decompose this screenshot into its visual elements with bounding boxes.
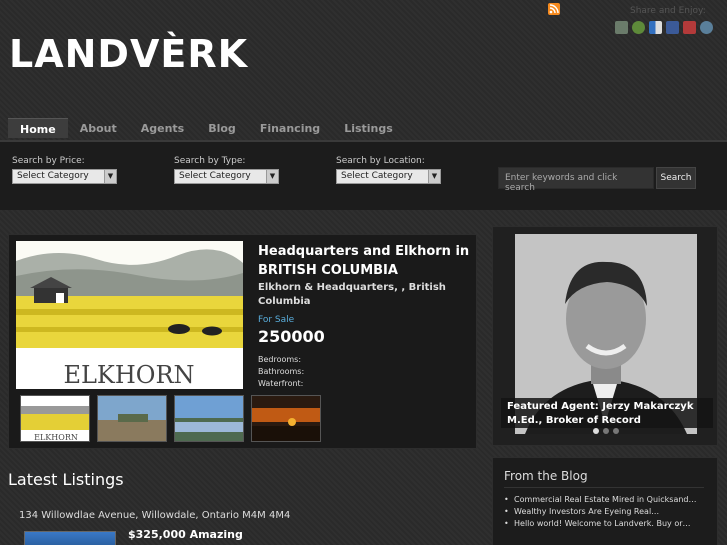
blog-heading: From the Blog [504,469,704,488]
listing-price: $325,000 Amazing [128,528,243,541]
digg-icon[interactable] [615,21,628,34]
agent-title: M.Ed., Broker of Record [507,415,641,426]
featured-image-caption: ELKHORN [63,361,194,389]
blog-post-list: Commercial Real Estate Mired in Quicksan… [504,494,704,530]
price-select-value: Select Category [17,171,89,181]
nav-agents[interactable]: Agents [129,118,196,138]
main-nav: Home About Agents Blog Financing Listing… [8,118,405,138]
blog-post-link[interactable]: Hello world! Welcome to Landverk. Buy or… [504,518,704,530]
facebook-icon[interactable] [666,21,679,34]
listing-address[interactable]: 134 Willowdlae Avenue, Willowdale, Ontar… [19,510,290,521]
location-select-value: Select Category [341,171,413,181]
keyword-search-input[interactable]: Enter keywords and click search [498,167,654,193]
agent-caption: Featured Agent: Jerzy Makarczyk M.Ed., B… [501,398,713,428]
slider-dot[interactable] [593,428,599,434]
thumbnail-1[interactable]: ELKHORN [20,395,90,442]
slider-dot[interactable] [603,428,609,434]
mixx-icon[interactable] [683,21,696,34]
featured-agent: Featured Agent: Jerzy Makarczyk M.Ed., B… [492,226,718,446]
listing-thumbnails: ELKHORN [20,395,321,442]
nav-about[interactable]: About [68,118,129,138]
waterfront-label: Waterfront: [258,379,304,388]
google-icon[interactable] [700,21,713,34]
share-label: Share and Enjoy: [630,6,706,16]
search-button[interactable]: Search [656,167,696,189]
nav-home[interactable]: Home [8,118,68,138]
featured-listing-image[interactable]: ELKHORN [16,241,243,389]
location-filter: Search by Location: Select Category ▼ [336,156,441,184]
blog-widget: From the Blog Commercial Real Estate Mir… [492,457,718,545]
type-select[interactable]: Select Category ▼ [174,169,279,184]
agent-name[interactable]: Featured Agent: Jerzy Makarczyk [507,400,707,414]
featured-listing-address: Elkhorn & Headquarters, , British Columb… [258,282,446,307]
search-bar: Search by Price: Select Category ▼ Searc… [0,140,727,210]
price-filter: Search by Price: Select Category ▼ [12,156,117,184]
bathrooms-label: Bathrooms: [258,367,305,376]
thumbnail-caption: ELKHORN [34,433,78,442]
price-filter-label: Search by Price: [12,156,85,166]
nav-blog[interactable]: Blog [196,118,248,138]
featured-listing: ELKHORN ELKHORN Headquarters and Elkhorn… [8,234,477,449]
type-filter-label: Search by Type: [174,156,246,166]
listing-image[interactable] [24,531,116,545]
blog-post-link[interactable]: Wealthy Investors Are Eyeing Real… [504,506,704,518]
thumbnail-2[interactable] [97,395,167,442]
slider-dot[interactable] [613,428,619,434]
featured-listing-title[interactable]: Headquarters and Elkhorn in BRITISH COLU… [258,242,473,280]
latest-listings-heading: Latest Listings [8,470,124,489]
nav-listings[interactable]: Listings [332,118,405,138]
rss-icon[interactable] [548,3,560,15]
chevron-down-icon: ▼ [266,170,278,183]
bedrooms-label: Bedrooms: [258,355,302,364]
status-badge: For Sale [258,315,295,325]
delicious-icon[interactable] [632,21,645,34]
site-logo[interactable]: LANDVÈRK [9,32,248,76]
social-icons [615,21,713,34]
blog-post-link[interactable]: Commercial Real Estate Mired in Quicksan… [504,494,704,506]
featured-listing-price: 250000 [258,327,325,346]
slider-dots [593,428,619,434]
location-filter-label: Search by Location: [336,156,425,166]
thumbnail-3[interactable] [174,395,244,442]
location-select[interactable]: Select Category ▼ [336,169,441,184]
type-select-value: Select Category [179,171,251,181]
nav-financing[interactable]: Financing [248,118,332,138]
stumbleupon-icon[interactable] [649,21,662,34]
chevron-down-icon: ▼ [104,170,116,183]
type-filter: Search by Type: Select Category ▼ [174,156,279,184]
thumbnail-4[interactable] [251,395,321,442]
listing-specs: Bedrooms: Bathrooms: Waterfront: [258,354,304,390]
chevron-down-icon: ▼ [428,170,440,183]
price-select[interactable]: Select Category ▼ [12,169,117,184]
